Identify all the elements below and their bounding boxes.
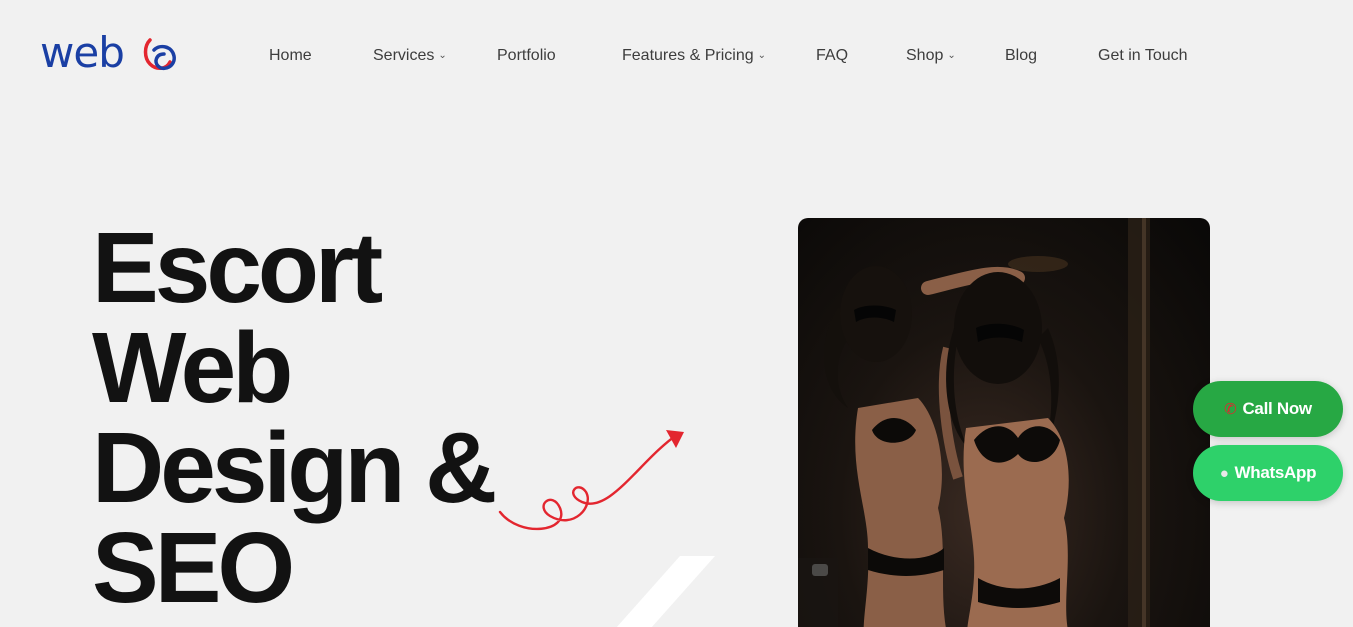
phone-icon: ✆ <box>1224 401 1237 418</box>
site-logo[interactable]: web <box>40 30 180 78</box>
logo-mark-icon <box>143 38 176 71</box>
call-now-label: Call Now <box>1242 399 1312 418</box>
nav-item-label: Get in Touch <box>1098 47 1188 64</box>
chevron-down-icon: ⌄ <box>947 49 956 61</box>
site-header: web Home Services ⌄ Portfolio Features &… <box>0 0 1353 110</box>
nav-item-label: Home <box>269 47 312 64</box>
hero-title: Escort Web Design & SEO <box>92 218 612 618</box>
nav-item-label: Blog <box>1005 47 1038 64</box>
nav-item-home[interactable]: Home <box>269 44 312 68</box>
chevron-down-icon: ⌄ <box>438 49 447 61</box>
nav-item-label: Portfolio <box>497 47 556 64</box>
nav-item-faq[interactable]: FAQ <box>816 44 848 68</box>
nav-item-get-in-touch[interactable]: Get in Touch <box>1098 44 1188 68</box>
hero-photo-illustration <box>798 218 1150 627</box>
whatsapp-label: WhatsApp <box>1234 463 1317 482</box>
nav-item-label: Services <box>373 47 435 64</box>
logo-wordmark: web <box>40 28 125 77</box>
nav-item-label: FAQ <box>816 47 849 64</box>
call-now-button[interactable]: ✆ Call Now <box>1193 381 1343 437</box>
chevron-down-icon: ⌄ <box>757 49 766 61</box>
hero-title-line: Escort <box>92 212 383 324</box>
hero-photo <box>798 218 1210 627</box>
nav-item-shop[interactable]: Shop ⌄ <box>906 44 956 68</box>
nav-item-services[interactable]: Services ⌄ <box>373 44 447 68</box>
nav-item-label: Shop <box>906 47 944 64</box>
squiggle-arrow-icon <box>498 430 684 531</box>
nav-item-label: Features & Pricing <box>622 47 754 64</box>
whatsapp-button[interactable]: ● WhatsApp <box>1193 445 1343 501</box>
decorative-stripe <box>616 556 715 627</box>
hero-title-line: Web <box>92 312 293 424</box>
nav-item-portfolio[interactable]: Portfolio <box>497 44 556 68</box>
nav-item-features-pricing[interactable]: Features & Pricing ⌄ <box>622 44 766 68</box>
chat-bubble-icon: ● <box>1219 464 1229 482</box>
nav-item-blog[interactable]: Blog <box>1005 44 1037 68</box>
